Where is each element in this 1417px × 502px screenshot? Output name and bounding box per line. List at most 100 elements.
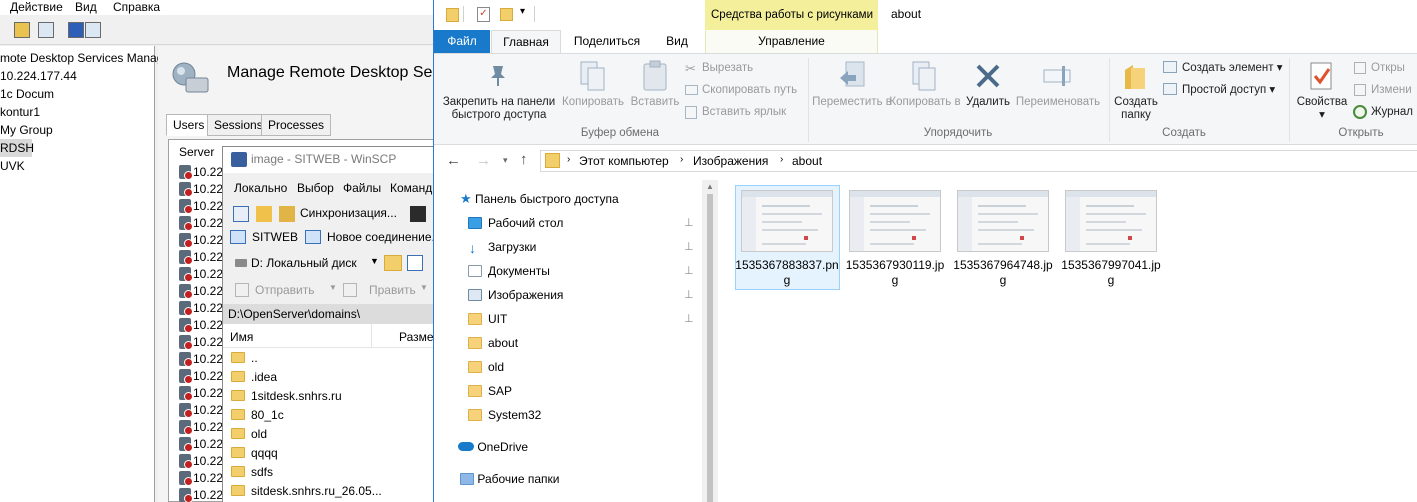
server-row[interactable]: 10.22 <box>179 334 223 351</box>
winscp-file-row[interactable]: 1sitdesk.snhrs.ru <box>231 387 342 406</box>
file-name-label[interactable]: 1535367930119.jpg <box>843 258 947 288</box>
winscp-menu-local[interactable]: Локально <box>234 181 287 195</box>
compare-dirs-icon[interactable] <box>233 206 249 222</box>
server-row[interactable]: 10.22 <box>179 385 223 402</box>
send-button[interactable]: Отправить <box>255 283 315 297</box>
nav-work-folders[interactable]: Рабочие папки <box>460 468 560 490</box>
edit-dropdown-icon[interactable]: ▼ <box>420 283 428 292</box>
properties-qat-icon[interactable]: ✓ <box>477 7 490 22</box>
breadcrumb-chevron-icon[interactable]: › <box>780 154 783 165</box>
file-thumbnail[interactable] <box>849 190 941 252</box>
winscp-menu-select[interactable]: Выбор <box>297 181 334 195</box>
nav-item[interactable]: UIT <box>468 308 507 330</box>
nav-scrollbar[interactable]: ▲ <box>702 180 718 502</box>
winscp-file-row[interactable]: .idea <box>231 368 277 387</box>
server-row[interactable]: 10.22 <box>179 402 223 419</box>
tab-manage[interactable]: Управление <box>705 30 878 53</box>
tree-item-server[interactable]: 10.224.177.44 <box>0 67 77 85</box>
server-row[interactable]: 10.22 <box>179 470 223 487</box>
breadcrumb-pictures[interactable]: Изображения <box>693 154 768 168</box>
new-item-button[interactable]: Создать элемент ▾ <box>1182 60 1283 76</box>
server-row[interactable]: 10.22 <box>179 266 223 283</box>
col-name[interactable]: Имя <box>230 330 253 344</box>
up-icon[interactable]: ↑ <box>520 151 528 168</box>
nav-item[interactable]: about <box>468 332 518 354</box>
file-thumbnail[interactable] <box>957 190 1049 252</box>
terminal-icon[interactable] <box>410 206 426 222</box>
folder-up-icon[interactable] <box>14 22 30 38</box>
breadcrumb-this-pc[interactable]: Этот компьютер <box>579 154 669 168</box>
edit-file-button[interactable]: Измени <box>1371 82 1412 98</box>
drive-select[interactable]: D: Локальный диск <box>251 256 357 270</box>
tab-share[interactable]: Поделиться <box>565 30 649 53</box>
server-row[interactable]: 10.22 <box>179 419 223 436</box>
rename-button[interactable]: Переименовать <box>1012 96 1104 109</box>
paste-button[interactable]: Вставить <box>625 96 685 109</box>
server-row[interactable]: 10.22 <box>179 198 223 215</box>
properties-button[interactable]: Свойства ▾ <box>1292 96 1352 122</box>
tree-root[interactable]: mote Desktop Services Manag <box>0 49 163 67</box>
console-tree-icon[interactable] <box>38 22 54 38</box>
sync-button[interactable]: Синхронизация... <box>300 206 397 220</box>
scroll-thumb[interactable] <box>707 194 713 502</box>
file-name-label[interactable]: 1535367883837.png <box>735 258 839 288</box>
open-folder-icon[interactable] <box>384 255 402 271</box>
menu-view[interactable]: Вид <box>75 0 97 14</box>
nav-item[interactable]: SAP <box>468 380 512 402</box>
tree-item-uvk[interactable]: UVK <box>0 157 25 175</box>
session-tab-sitweb[interactable]: SITWEB <box>252 230 298 244</box>
new-session-tab[interactable]: Новое соединение... <box>327 230 442 244</box>
winscp-file-row[interactable]: old <box>231 425 267 444</box>
breadcrumb-about[interactable]: about <box>792 154 822 168</box>
easy-access-button[interactable]: Простой доступ ▾ <box>1182 82 1275 98</box>
address-bar[interactable]: › Этот компьютер › Изображения › about <box>540 150 1417 172</box>
open-button[interactable]: Откры <box>1371 60 1405 76</box>
server-row[interactable]: 10.22 <box>179 249 223 266</box>
nav-quick-access[interactable]: ★ Панель быстрого доступа <box>460 188 619 210</box>
qat-customize-icon[interactable]: ▾ <box>520 6 525 17</box>
tree-item-1c[interactable]: 1c Docum <box>0 85 54 103</box>
breadcrumb-chevron-icon[interactable]: › <box>567 154 570 165</box>
nav-onedrive[interactable]: OneDrive <box>458 436 528 458</box>
sync-dirs-icon[interactable] <box>256 206 272 222</box>
file-name-label[interactable]: 1535367997041.jpg <box>1059 258 1163 288</box>
send-dropdown-icon[interactable]: ▼ <box>329 283 337 292</box>
move-to-button[interactable]: Переместить в <box>812 96 892 109</box>
edit-button[interactable]: Править <box>369 283 416 297</box>
winscp-file-row[interactable]: 80_1c <box>231 406 284 425</box>
new-folder-qat-icon[interactable] <box>500 8 513 21</box>
server-row[interactable]: 10.22 <box>179 453 223 470</box>
copy-to-button[interactable]: Копировать в <box>886 96 964 109</box>
server-row[interactable]: 10.22 <box>179 317 223 334</box>
tab-users[interactable]: Users <box>166 114 212 136</box>
nav-item[interactable]: Рабочий стол <box>468 212 563 234</box>
winscp-menu-commands[interactable]: Команд <box>390 181 432 195</box>
server-row[interactable]: 10.22 <box>179 283 223 300</box>
server-row[interactable]: 10.22 <box>179 351 223 368</box>
delete-button[interactable]: Удалить <box>964 96 1012 109</box>
filter-icon[interactable] <box>407 255 423 271</box>
winscp-menu-files[interactable]: Файлы <box>343 181 381 195</box>
tree-item-my-group[interactable]: My Group <box>0 121 53 139</box>
help-icon[interactable] <box>68 22 84 38</box>
paste-shortcut-button[interactable]: Вставить ярлык <box>702 104 786 120</box>
tab-home[interactable]: Главная <box>491 30 561 53</box>
recent-dropdown-icon[interactable]: ▾ <box>503 155 508 166</box>
nav-item[interactable]: Документы <box>468 260 550 282</box>
nav-item[interactable]: ↓ Загрузки <box>468 236 536 258</box>
breadcrumb-chevron-icon[interactable]: › <box>680 154 683 165</box>
winscp-file-row[interactable]: sitdesk.snhrs.ru_26.05... <box>231 482 382 501</box>
drive-dropdown-icon[interactable]: ▼ <box>370 256 379 266</box>
action-pane-icon[interactable] <box>85 22 101 38</box>
tree-item-rdsh[interactable]: RDSH <box>0 139 34 157</box>
server-row[interactable]: 10.22 <box>179 487 223 502</box>
scroll-up-icon[interactable]: ▲ <box>706 182 714 191</box>
winscp-file-row[interactable]: qqqq <box>231 444 278 463</box>
nav-item[interactable]: Изображения <box>468 284 563 306</box>
tab-file[interactable]: Файл <box>434 30 490 53</box>
list-header-server[interactable]: Server <box>179 144 214 161</box>
back-icon[interactable]: ← <box>446 152 461 169</box>
nav-item[interactable]: old <box>468 356 504 378</box>
copy-button[interactable]: Копировать <box>559 96 627 109</box>
server-row[interactable]: 10.22 <box>179 436 223 453</box>
